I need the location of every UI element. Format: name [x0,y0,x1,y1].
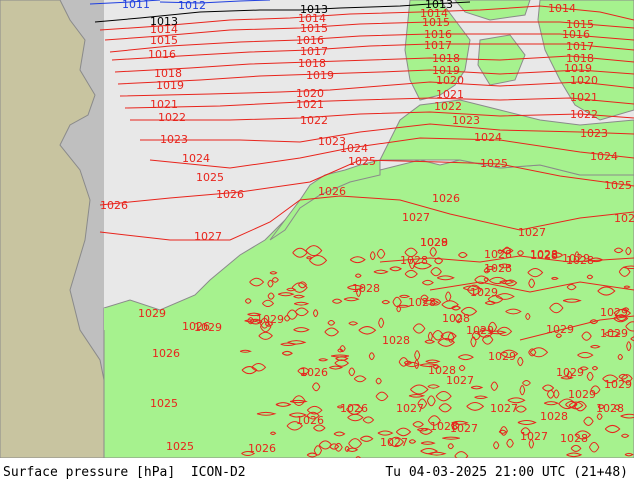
isobar-label-1026: 1026 [340,402,368,415]
isobar-label-1028: 1028 [352,282,380,295]
pressure-map: 1011 1012 1013 1013 1013 1014 1014 1014 1014 1015… [0,0,634,458]
isobar-label-1027: 1027 [518,226,546,239]
isobar-label-1025: 1025 [166,440,194,453]
isobar-label-1028: 1028 [596,402,624,415]
valid-time: Tu 04-03-2025 21:00 UTC (21+48) [385,465,628,480]
isobar-label-1026: 1026 [100,199,128,212]
isobar-label-1029: 1029 [600,306,628,319]
isobar-label-1029: 1029 [138,307,166,320]
isobar-label-1026: 1026 [432,192,460,205]
isobar-label-1019: 1019 [156,79,184,92]
isobar-label-1029: 1029 [562,252,590,265]
isobar-label-1024: 1024 [474,131,502,144]
isobar-label-1022: 1022 [570,108,598,121]
isobar-label-1022: 1022 [158,111,186,124]
footer-bar: Surface pressure [hPa] ICON-D2 Tu 04-03-… [0,458,634,490]
isobar-label-1029: 1029 [546,323,574,336]
isobar-label-1025: 1025 [480,157,508,170]
isobar-label-1029: 1029 [600,327,628,340]
isobar-label-1022: 1022 [300,114,328,127]
isobar-label-1025: 1025 [348,155,376,168]
isobar-label-1017: 1017 [424,39,452,52]
isobar-label-1027: 1027 [396,402,424,415]
isobar-label-1028: 1028 [408,296,436,309]
isobar-label-1024: 1024 [590,150,618,163]
isobar-label-1028: 1028 [484,248,512,261]
isobar-label-1029: 1029 [488,350,516,363]
isobar-label-1026: 1026 [182,320,210,333]
isobar-label-1029: 1029 [470,286,498,299]
isobar-label-1025: 1025 [604,179,632,192]
isobar-label-1028: 1028 [560,432,588,445]
isobar-label-1029: 1029 [256,313,284,326]
isobar-label-1027: 1027 [490,402,518,415]
isobar-label-1020: 1020 [436,74,464,87]
isobar-label-1016: 1016 [148,48,176,61]
isobar-label-1029: 1029 [568,388,596,401]
isobar-label-1022: 1022 [434,100,462,113]
isobar-label-1029: 1029 [556,366,584,379]
isobar-label-1021: 1021 [296,98,324,111]
isobar-label-1028: 1028 [400,254,428,267]
isobar-label-1021: 1021 [570,91,598,104]
isobar-label-1026: 1026 [300,366,328,379]
isobar-label-1015: 1015 [150,34,178,47]
isobar-label-1021: 1021 [150,98,178,111]
isobar-label-1026: 1026 [216,188,244,201]
isobar-label-1027: 1027 [380,436,408,449]
isobar-label-1023: 1023 [160,133,188,146]
isobar-label-1029: 1029 [420,236,448,249]
isobar-label-1026: 1026 [296,414,324,427]
isobar-label-1029: 1029 [604,378,632,391]
isobar-label-1020: 1020 [570,74,598,87]
isobar-label-1014: 1014 [548,2,576,15]
isobar-label-1025: 1025 [150,397,178,410]
isobar-label-1026: 1026 [318,185,346,198]
map-title: Surface pressure [hPa] ICON-D2 [3,465,246,480]
isobar-label-1028: 1028 [484,262,512,275]
isobar-label-1029: 1029 [466,324,494,337]
isobar-label-1027: 1027 [614,212,634,225]
isobar-label-1012: 1012 [178,0,206,12]
isobar-label-1025: 1025 [196,171,224,184]
isobar-label-1028: 1028 [530,248,558,261]
pressure-map-canvas: 1011 101210131013 101310141014 1014 10141015… [0,0,634,458]
isobar-label-1026: 1026 [152,347,180,360]
isobar-label-1028: 1028 [540,410,568,423]
isobar-label-1023: 1023 [452,114,480,127]
isobar-label-1028: 1028 [430,420,458,433]
isobar-label-1011: 1011 [122,0,150,11]
isobar-label-1027: 1027 [402,211,430,224]
isobar-label-1027: 1027 [446,374,474,387]
isobar-label-1028: 1028 [382,334,410,347]
isobar-label-1027: 1027 [520,430,548,443]
isobar-label-1019: 1019 [306,69,334,82]
isobar-label-1026: 1026 [248,442,276,455]
isobar-label-1027: 1027 [194,230,222,243]
isobar-label-1023: 1023 [580,127,608,140]
isobar-label-1024: 1024 [340,142,368,155]
isobar-label-1024: 1024 [182,152,210,165]
